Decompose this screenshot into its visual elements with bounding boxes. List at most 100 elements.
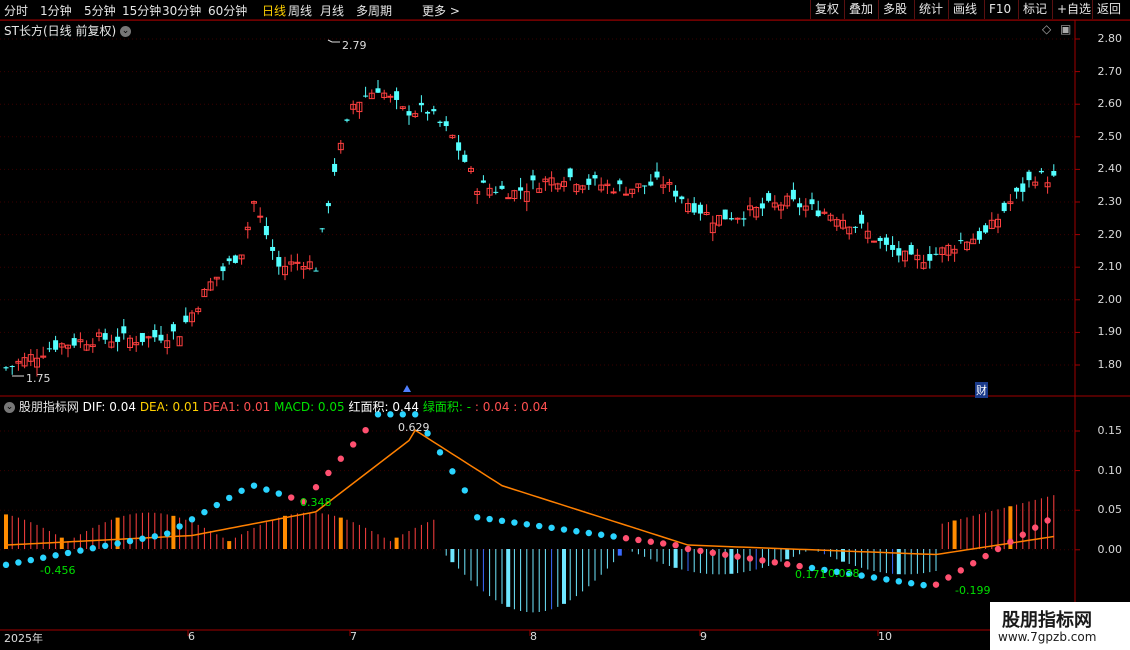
candle-body-down — [437, 121, 443, 124]
dif-dot — [337, 455, 344, 462]
candle-body-down — [3, 367, 9, 369]
dif-dot — [722, 551, 729, 558]
legend-item-6: : 0.04 — [471, 400, 510, 414]
candle-body-down — [499, 185, 505, 189]
legend-item-7: : 0.04 — [509, 400, 548, 414]
candle-body-down — [220, 266, 226, 272]
dif-dot — [660, 540, 667, 547]
legend-item-3: MACD: 0.05 — [270, 400, 345, 414]
candle-body-down — [375, 88, 381, 93]
price-tick-label: 2.30 — [1097, 195, 1123, 208]
dif-dot — [1007, 538, 1014, 546]
dif-dot — [573, 528, 580, 535]
candle-body-down — [673, 190, 679, 197]
price-tick-label: 2.00 — [1097, 292, 1123, 306]
dif-dot — [684, 545, 692, 553]
dif-dot — [15, 559, 22, 566]
finance-badge[interactable]: 财 — [975, 382, 988, 398]
price-tick-label: 2.40 — [1097, 162, 1123, 176]
candle-body-down — [728, 218, 734, 220]
legend-item-5: 绿面积: - — [419, 400, 472, 414]
chart-canvas[interactable]: 0.629 0.348 -0.456 -0.199 0.171 0.038 — [0, 0, 1130, 650]
dif-dot — [64, 549, 72, 557]
indicator-dropdown-icon[interactable]: ⌄ — [4, 402, 15, 413]
candle-body-down — [270, 246, 276, 251]
price-tick-label: 2.10 — [1097, 260, 1123, 274]
stock-name: ST长方 — [4, 24, 43, 38]
time-axis-label: 10 — [878, 630, 892, 643]
candle-body-down — [976, 231, 982, 240]
indicator-annotation: 0.038 — [828, 567, 860, 580]
candle-body-down — [1038, 170, 1044, 173]
stock-title-bar[interactable]: ST长方(日线 前复权) ⌄ — [4, 22, 131, 39]
window-toggle-icon[interactable]: ▣ — [1060, 22, 1071, 36]
candle-body-down — [815, 210, 821, 217]
dif-dot — [263, 486, 270, 493]
watermark-title: 股朋指标网 — [1002, 610, 1092, 631]
indicator-tick-label: 0.10 — [1097, 463, 1123, 477]
time-axis-label: 9 — [700, 630, 707, 643]
candle-body-down — [958, 240, 964, 242]
dif-dot — [188, 516, 196, 523]
candle-body-down — [933, 253, 939, 255]
dif-dot — [511, 519, 518, 526]
candle-body-down — [232, 255, 238, 263]
price-tick-label: 2.20 — [1097, 227, 1123, 241]
dif-dot — [1044, 517, 1051, 524]
dif-dot — [226, 494, 233, 502]
candle-body-down — [493, 191, 499, 193]
candle-body-down — [1001, 202, 1007, 212]
dif-dot — [994, 545, 1002, 553]
dif-dot — [982, 552, 989, 560]
dif-dot — [2, 561, 10, 569]
dif-dot — [672, 541, 679, 549]
indicator-annotation: 0.348 — [300, 496, 332, 509]
dif-dot — [957, 567, 964, 574]
price-tick-label: 1.90 — [1097, 325, 1123, 339]
candle-body-down — [741, 218, 747, 220]
candle-body-down — [852, 226, 858, 228]
candle-body-down — [679, 196, 685, 200]
dif-dot — [27, 556, 34, 564]
candle-body-down — [313, 270, 319, 272]
dif-dot — [759, 557, 766, 564]
candle-body-down — [1051, 171, 1057, 176]
candle-body-down — [443, 121, 449, 127]
dropdown-icon[interactable]: ⌄ — [119, 26, 131, 37]
indicator-name[interactable]: 股朋指标网 — [19, 400, 79, 414]
candle-body-down — [927, 254, 933, 261]
indicator-annotation: -0.456 — [40, 564, 75, 577]
candle-body-down — [53, 340, 59, 350]
candle-body-down — [263, 226, 269, 236]
dif-dot — [883, 576, 890, 583]
dif-dot — [734, 553, 741, 560]
candle-body-up — [387, 95, 394, 98]
candle-body-down — [908, 244, 914, 255]
dif-dot — [164, 530, 171, 537]
price-tick-label: 2.50 — [1097, 129, 1123, 143]
dif-dot — [275, 490, 282, 497]
time-axis-label: 7 — [350, 630, 357, 643]
candle-body-down — [617, 180, 623, 185]
candle-body-up — [734, 217, 741, 220]
candle-body-down — [344, 119, 350, 121]
diamond-icon[interactable]: ◇ — [1042, 22, 1051, 36]
dif-dot — [697, 547, 704, 555]
dif-dot — [474, 514, 481, 521]
candle-body-down — [654, 171, 660, 178]
candle-body-down — [170, 324, 176, 332]
legend-item-2: DEA1: 0.01 — [199, 400, 271, 414]
dif-dot — [350, 441, 357, 448]
candle-body-down — [567, 168, 573, 178]
dif-dot — [548, 524, 555, 531]
dif-dot — [250, 482, 258, 489]
dif-dot — [784, 561, 791, 568]
candle-body-down — [766, 193, 772, 201]
price-tick-label: 1.80 — [1097, 358, 1123, 371]
dif-dot — [870, 574, 878, 581]
candle-body-down — [592, 175, 598, 179]
dif-dot — [461, 487, 468, 494]
dif-dot — [498, 517, 506, 525]
candle-body-down — [418, 102, 424, 106]
dif-dot — [536, 522, 543, 530]
